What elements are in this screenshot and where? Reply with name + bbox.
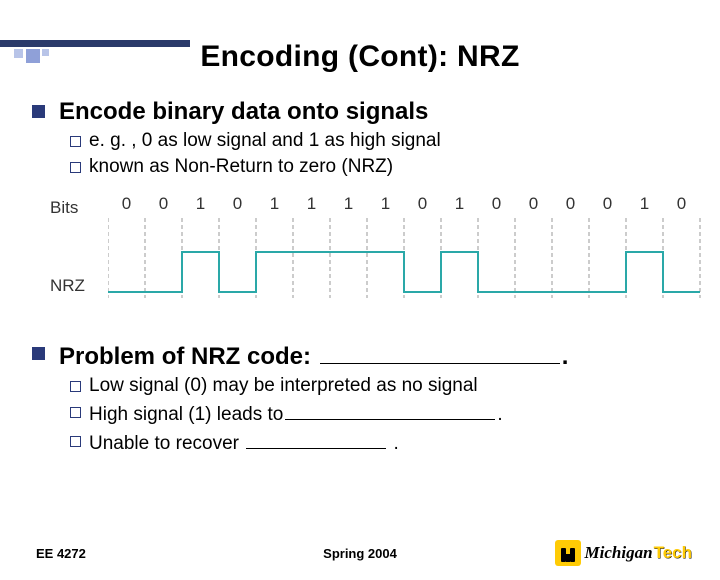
- square-bullet-icon: [32, 347, 45, 360]
- bit-cell: 1: [626, 194, 663, 214]
- logo-word1: Michigan: [585, 543, 653, 563]
- bit-cell: 1: [293, 194, 330, 214]
- bits-row: 0 0 1 0 1 1 1 1 0 1 0 0 0 0 1 0: [108, 194, 700, 214]
- bit-cell: 1: [256, 194, 293, 214]
- item-text: High signal (1) leads to: [89, 404, 283, 425]
- bullet-level2: e. g. , 0 as low signal and 1 as high si…: [70, 130, 688, 152]
- section2-item: Unable to recover .: [89, 430, 399, 455]
- bullet-level2: Unable to recover .: [70, 430, 688, 455]
- slide-footer: EE 4272 Spring 2004 MichiganTech: [0, 540, 720, 566]
- course-code: EE 4272: [36, 546, 86, 561]
- hollow-square-icon: [70, 136, 81, 147]
- section2-heading-pre: Problem of NRZ code:: [59, 343, 318, 370]
- bit-cell: 0: [478, 194, 515, 214]
- bullet-level2: High signal (1) leads to.: [70, 401, 688, 426]
- slide-content: Encode binary data onto signals e. g. , …: [0, 74, 720, 455]
- logo-mark-icon: [555, 540, 581, 566]
- bullet-level1: Encode binary data onto signals: [32, 98, 688, 126]
- bit-cell: 0: [219, 194, 256, 214]
- bit-cell: 0: [404, 194, 441, 214]
- square-bullet-icon: [32, 105, 45, 118]
- bit-cell: 1: [182, 194, 219, 214]
- hollow-square-icon: [70, 407, 81, 418]
- bit-cell: 1: [367, 194, 404, 214]
- bullet-level2: Low signal (0) may be interpreted as no …: [70, 375, 688, 397]
- section2-item: High signal (1) leads to.: [89, 401, 503, 426]
- bullet-level1: Problem of NRZ code: .: [32, 340, 688, 371]
- item-text: .: [388, 433, 399, 454]
- bit-cell: 0: [108, 194, 145, 214]
- fill-in-blank: [320, 340, 560, 364]
- nrz-label: NRZ: [50, 276, 85, 296]
- section2-heading-post: .: [562, 343, 569, 370]
- michigan-tech-logo: MichiganTech: [555, 540, 692, 566]
- hollow-square-icon: [70, 436, 81, 447]
- nrz-diagram: Bits NRZ 0 0 1 0 1 1 1 1 0 1 0 0 0 0 1 0: [32, 194, 688, 324]
- bit-cell: 0: [589, 194, 626, 214]
- item-text: .: [497, 404, 502, 425]
- bit-cell: 0: [663, 194, 700, 214]
- section1-heading: Encode binary data onto signals: [59, 98, 428, 126]
- bullet-level2: known as Non-Return to zero (NRZ): [70, 156, 688, 178]
- section2-heading: Problem of NRZ code: .: [59, 340, 568, 371]
- bit-cell: 0: [515, 194, 552, 214]
- logo-word2: Tech: [654, 543, 692, 563]
- section2-item: Low signal (0) may be interpreted as no …: [89, 375, 478, 397]
- fill-in-blank: [285, 401, 495, 420]
- item-text: Unable to recover: [89, 433, 244, 454]
- nrz-waveform-svg: [108, 218, 708, 318]
- item-text: Low signal (0) may be interpreted as no …: [89, 375, 478, 396]
- hollow-square-icon: [70, 162, 81, 173]
- bit-cell: 0: [552, 194, 589, 214]
- hollow-square-icon: [70, 381, 81, 392]
- bits-label: Bits: [50, 198, 78, 218]
- section1-item: known as Non-Return to zero (NRZ): [89, 156, 393, 178]
- fill-in-blank: [246, 430, 386, 449]
- bit-cell: 1: [441, 194, 478, 214]
- bit-cell: 1: [330, 194, 367, 214]
- slide-corner-decoration: [0, 40, 190, 68]
- term-label: Spring 2004: [323, 546, 397, 561]
- bit-cell: 0: [145, 194, 182, 214]
- section1-item: e. g. , 0 as low signal and 1 as high si…: [89, 130, 441, 152]
